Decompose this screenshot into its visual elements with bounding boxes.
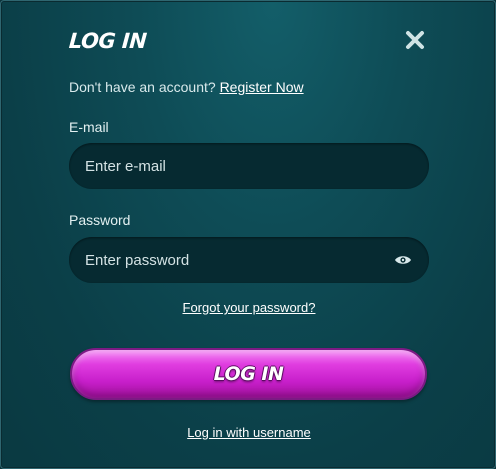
register-prompt-line: Don't have an account? Register Now (69, 79, 304, 95)
email-field-wrapper (69, 143, 429, 189)
password-field[interactable] (85, 251, 393, 269)
login-dialog: LOG IN Don't have an account? Register N… (0, 0, 496, 469)
email-label: E-mail (69, 119, 109, 135)
register-prompt-text: Don't have an account? (69, 79, 216, 95)
eye-icon (395, 256, 411, 264)
close-button[interactable] (403, 28, 427, 52)
password-label: Password (69, 212, 131, 228)
login-button-label: LOG IN (213, 363, 284, 385)
forgot-password-link[interactable]: Forgot your password? (183, 300, 316, 315)
password-field-wrapper (69, 237, 429, 283)
forgot-password-row: Forgot your password? (1, 300, 496, 315)
login-with-username-link[interactable]: Log in with username (187, 425, 311, 440)
dialog-title: LOG IN (68, 29, 148, 53)
login-button[interactable]: LOG IN (70, 348, 427, 400)
close-icon (406, 31, 424, 49)
show-password-toggle[interactable] (393, 253, 413, 267)
register-now-link[interactable]: Register Now (220, 79, 304, 95)
email-field[interactable] (85, 157, 413, 175)
alt-login-row: Log in with username (1, 425, 496, 440)
